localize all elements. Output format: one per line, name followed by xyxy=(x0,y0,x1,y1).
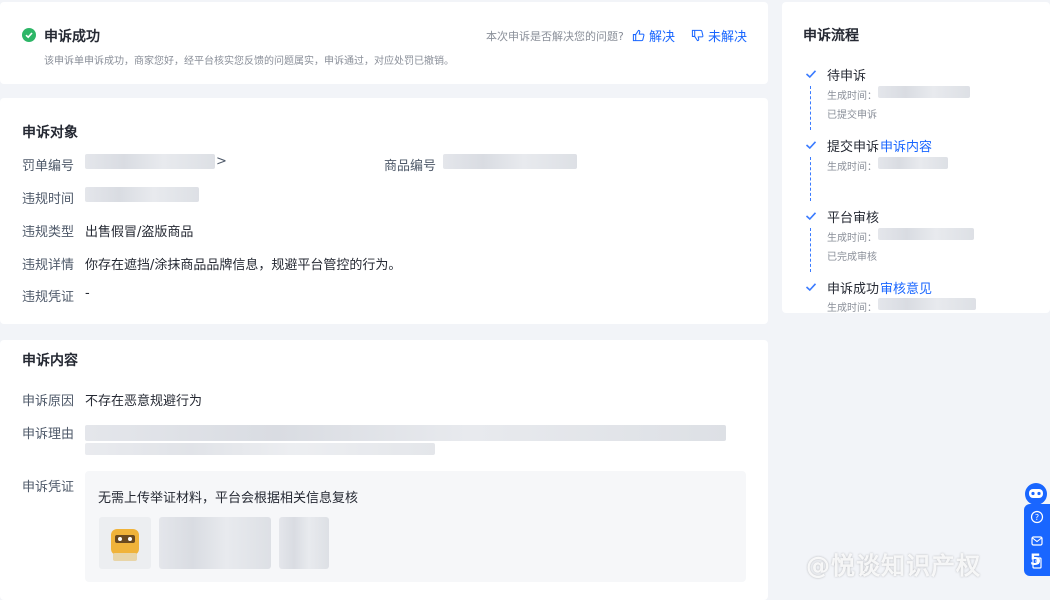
step-time-label: 生成时间： xyxy=(827,162,877,173)
resolved-button[interactable]: 解决 xyxy=(632,26,675,45)
evidence-thumbnail-1[interactable] xyxy=(99,517,151,569)
feedback-question: 本次申诉是否解决您的问题? xyxy=(486,30,624,43)
step-time-label: 生成时间： xyxy=(827,233,877,244)
step-status: 已完成审核 xyxy=(827,252,877,263)
reason-label: 申诉原因 xyxy=(22,394,75,409)
resolved-label: 解决 xyxy=(649,30,676,45)
assistant-robot-icon[interactable] xyxy=(1022,479,1050,507)
violation-detail-value: 你存在遮挡/涂抹商品品牌信息，规避平台管控的行为。 xyxy=(85,258,402,273)
goods-no-value-redacted xyxy=(443,154,577,169)
step-check-icon xyxy=(805,141,817,150)
help-icon[interactable]: ? xyxy=(1030,510,1044,524)
appeal-content-link[interactable]: 申诉内容 xyxy=(880,136,932,155)
success-description: 该申诉单申诉成功，商家您好，经平台核实您反馈的问题属实，申诉通过，对应处罚已撤销… xyxy=(44,56,454,67)
violation-proof-label: 违规凭证 xyxy=(22,290,75,305)
success-check-icon xyxy=(22,28,36,42)
violation-time-value-redacted xyxy=(85,187,199,202)
evidence-box: 无需上传举证材料，平台会根据相关信息复核 xyxy=(85,471,746,582)
step-time-redacted xyxy=(878,228,974,240)
appeal-content-title: 申诉内容 xyxy=(22,353,78,369)
success-card: 申诉成功 该申诉单申诉成功，商家您好，经平台核实您反馈的问题属实，申诉通过，对应… xyxy=(0,2,768,84)
step-check-icon xyxy=(805,70,817,79)
step-time-redacted xyxy=(878,298,976,310)
step-connector xyxy=(810,86,811,130)
violation-detail-label: 违规详情 xyxy=(22,258,75,273)
evidence-thumbnail-3[interactable] xyxy=(279,517,329,569)
step-status: 已提交申诉 xyxy=(827,110,877,121)
step-time-label: 生成时间： xyxy=(827,303,877,314)
appeal-content-card: 申诉内容 申诉原因 不存在恶意规避行为 申诉理由 申诉凭证 无需上传举证材料，平… xyxy=(0,340,768,600)
appeal-object-card: 申诉对象 罚单编号 > 商品编号 违规时间 违规类型 出售假冒/盗版商品 违规详… xyxy=(0,98,768,324)
step-check-icon xyxy=(805,283,817,292)
rationale-label: 申诉理由 xyxy=(22,427,75,442)
message-icon[interactable] xyxy=(1030,534,1044,548)
step-connector xyxy=(810,157,811,201)
violation-proof-value: - xyxy=(85,286,90,301)
step-connector xyxy=(810,228,811,272)
violation-type-label: 违规类型 xyxy=(22,225,75,240)
appeal-flow-title: 申诉流程 xyxy=(803,28,859,44)
unresolved-button[interactable]: 未解决 xyxy=(691,26,747,45)
step-time-redacted xyxy=(878,86,970,98)
step-title: 提交申诉 xyxy=(827,140,880,155)
thumbs-down-icon xyxy=(691,29,704,42)
step-title: 待申诉 xyxy=(827,69,867,84)
goods-no-label: 商品编号 xyxy=(384,159,437,174)
appeal-object-title: 申诉对象 xyxy=(22,125,78,141)
step-time-label: 生成时间： xyxy=(827,91,877,102)
evidence-thumbnail-2[interactable] xyxy=(159,517,271,569)
badge-number: 5 xyxy=(1030,550,1042,569)
violation-time-label: 违规时间 xyxy=(22,192,75,207)
penalty-no-value-redacted xyxy=(85,154,215,169)
success-title: 申诉成功 xyxy=(44,29,100,45)
evidence-note: 无需上传举证材料，平台会根据相关信息复核 xyxy=(98,491,359,506)
thumbs-up-icon xyxy=(632,29,645,42)
unresolved-label: 未解决 xyxy=(708,30,748,45)
violation-type-value: 出售假冒/盗版商品 xyxy=(85,225,194,240)
watermark-text: @悦谈知识产权 xyxy=(806,552,981,580)
appeal-flow-card: 申诉流程 待申诉 生成时间： 已提交申诉 提交申诉 申诉内容 生成时间： 平台审… xyxy=(782,2,1050,314)
reason-value: 不存在恶意规避行为 xyxy=(85,394,203,409)
proof-label: 申诉凭证 xyxy=(22,480,75,495)
step-title: 申诉成功 xyxy=(827,282,880,297)
mascot-image-icon xyxy=(111,529,139,561)
review-opinion-link[interactable]: 审核意见 xyxy=(880,278,932,297)
step-title: 平台审核 xyxy=(827,211,880,226)
svg-text:?: ? xyxy=(1035,513,1039,522)
step-check-icon xyxy=(805,212,817,221)
penalty-no-label: 罚单编号 xyxy=(22,159,75,174)
step-time-redacted xyxy=(878,157,948,169)
penalty-no-chevron-icon[interactable]: > xyxy=(216,154,227,169)
